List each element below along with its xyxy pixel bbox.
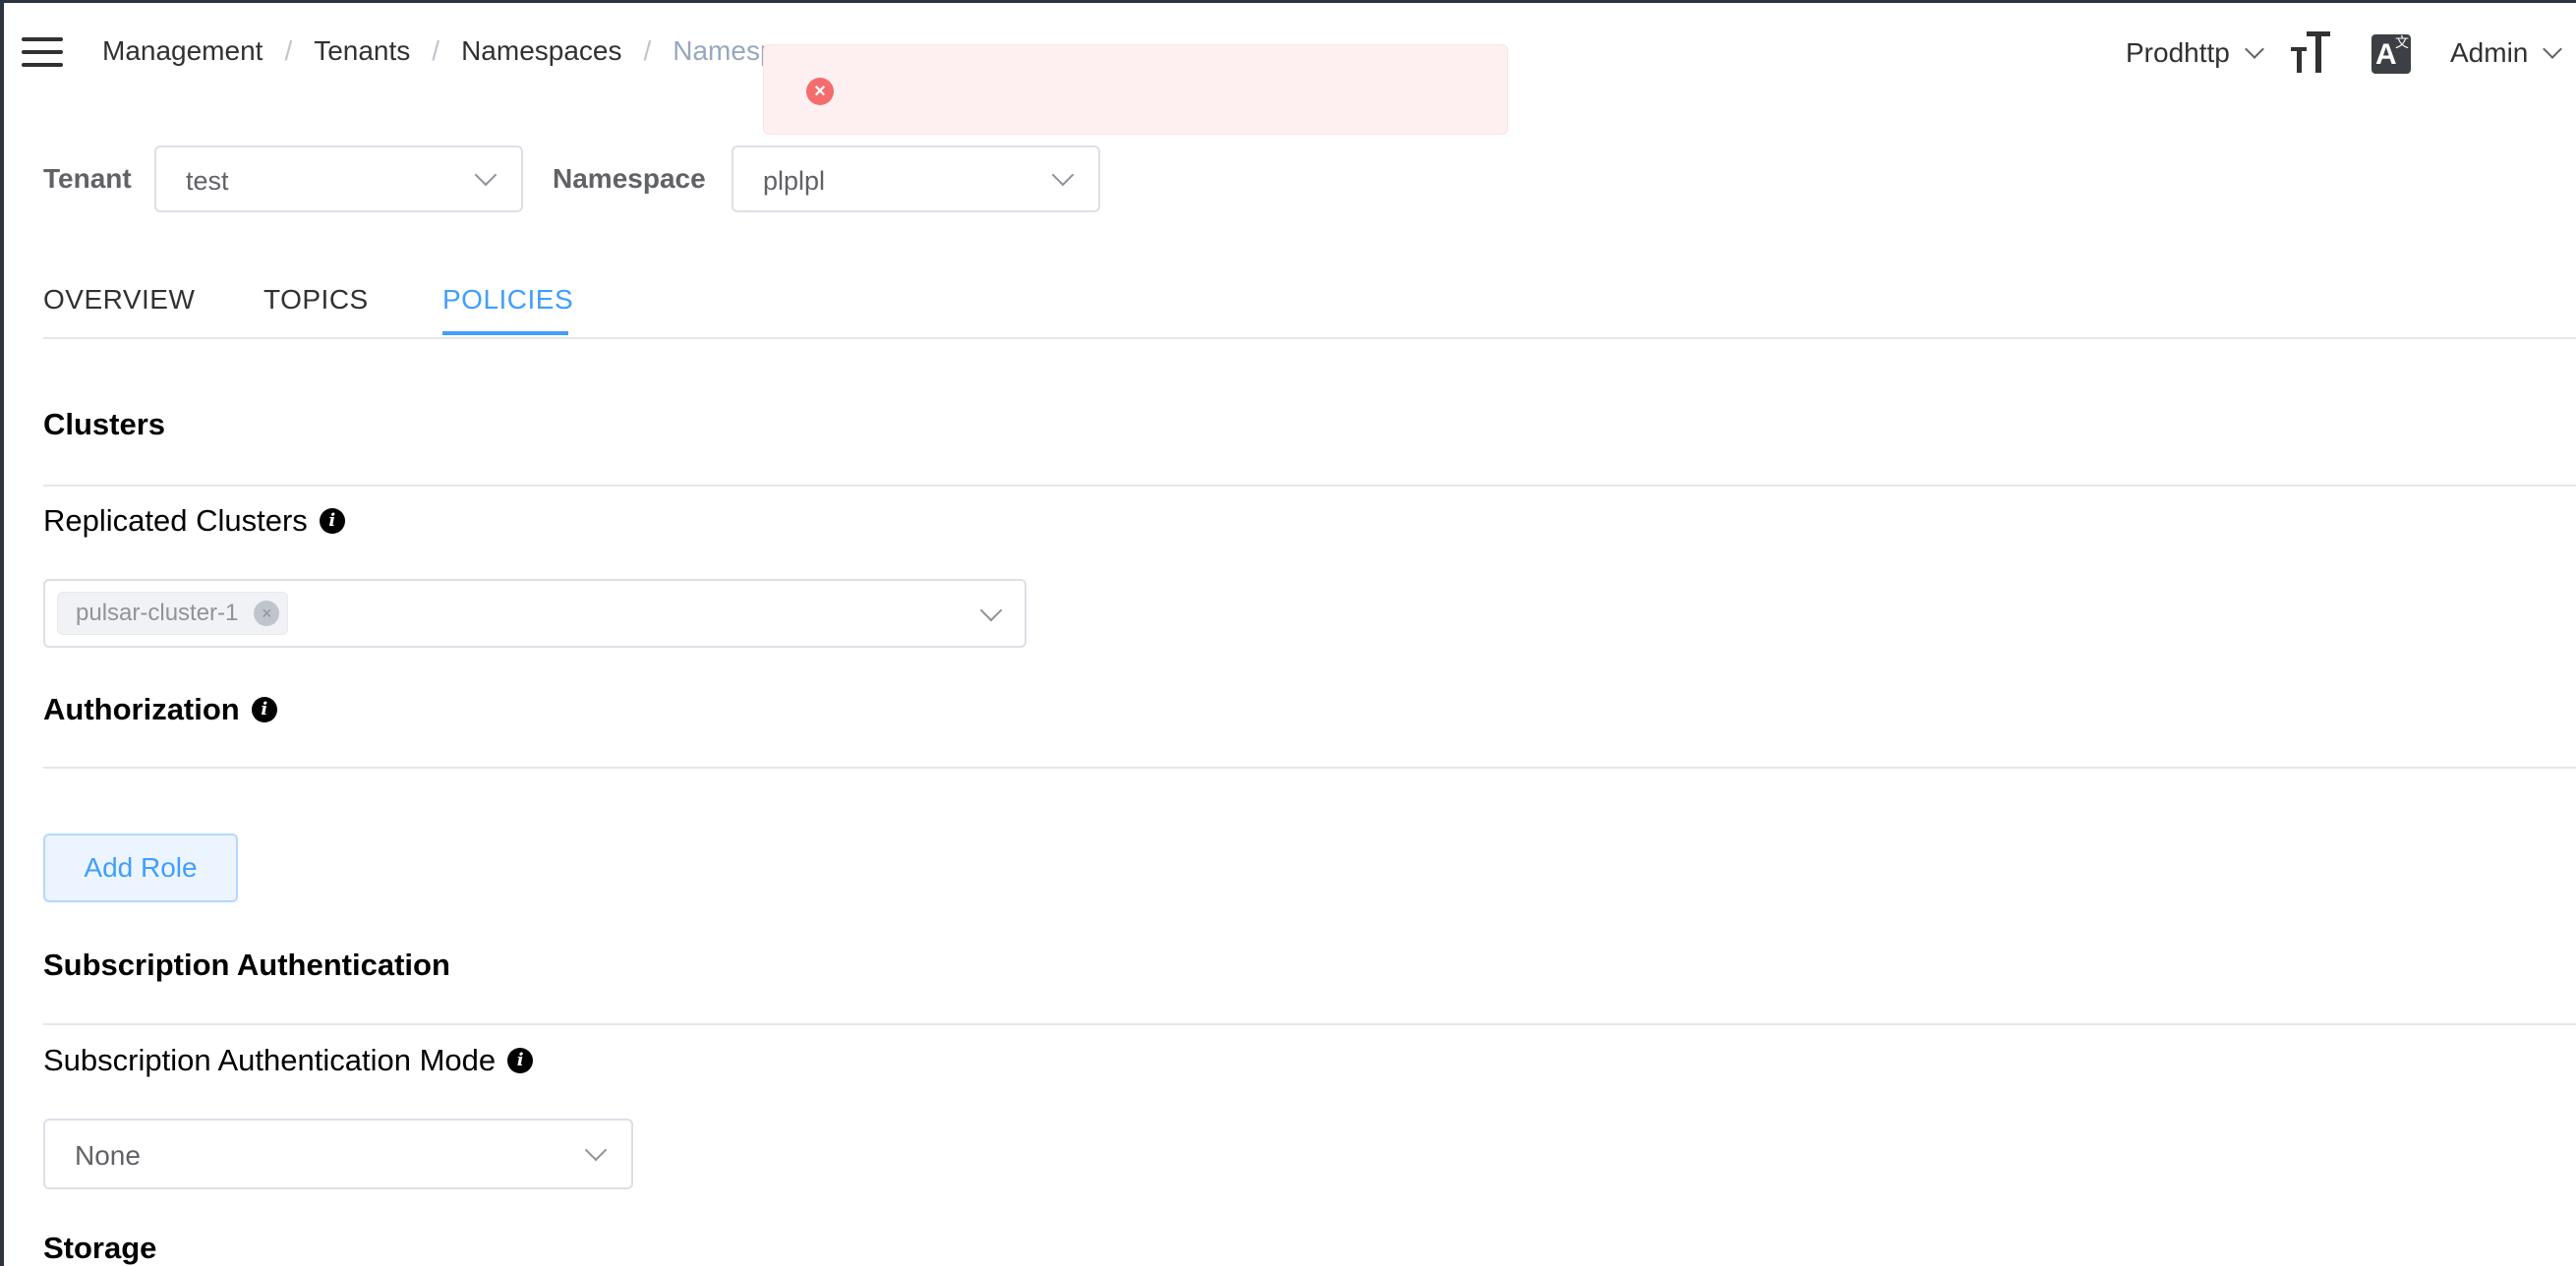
- subscription-auth-mode-select[interactable]: None: [43, 1119, 633, 1189]
- namespace-select[interactable]: plplpl: [732, 145, 1100, 212]
- subscription-auth-mode-label: Subscription Authentication Mode i: [43, 1043, 534, 1078]
- replicated-clusters-label: Replicated Clusters i: [43, 503, 345, 539]
- user-name: Admin: [2450, 37, 2529, 68]
- breadcrumb: Management / Tenants / Namespaces / Name…: [102, 35, 790, 67]
- breadcrumb-separator: /: [432, 35, 440, 66]
- chevron-down-icon: [584, 1138, 608, 1162]
- authorization-title: Authorization i: [43, 692, 277, 727]
- hamburger-menu-icon[interactable]: [22, 37, 63, 69]
- tab-topics[interactable]: TOPICS: [263, 284, 369, 316]
- clusters-title: Clusters: [43, 407, 166, 441]
- breadcrumb-separator: /: [284, 35, 293, 66]
- storage-title: Storage: [43, 1231, 157, 1265]
- breadcrumb-namespaces[interactable]: Namespaces: [461, 35, 621, 67]
- add-role-button[interactable]: Add Role: [43, 834, 238, 902]
- window-top-border: [0, 0, 2576, 3]
- subscription-auth-mode-value: None: [75, 1140, 141, 1171]
- tab-policies[interactable]: POLICIES: [442, 284, 573, 316]
- tab-bar: OVERVIEW TOPICS POLICIES: [43, 280, 2576, 339]
- error-circle-icon: ×: [806, 78, 834, 105]
- tab-overview[interactable]: OVERVIEW: [43, 284, 195, 316]
- breadcrumb-tenants[interactable]: Tenants: [314, 35, 410, 67]
- namespace-value: plplpl: [763, 166, 826, 196]
- window-left-border: [0, 0, 4, 1266]
- environment-dropdown[interactable]: Prodhttp: [2126, 37, 2264, 69]
- chevron-down-icon: [979, 599, 1003, 622]
- close-icon[interactable]: ×: [254, 601, 280, 626]
- namespace-label: Namespace: [553, 163, 706, 194]
- chevron-down-icon: [2244, 39, 2264, 59]
- error-toast: ×: [763, 44, 1508, 135]
- divider: [43, 767, 2576, 769]
- info-icon[interactable]: i: [251, 697, 277, 722]
- tenant-label: Tenant: [43, 163, 132, 194]
- tenant-value: test: [186, 166, 229, 196]
- chevron-down-icon: [474, 163, 498, 187]
- font-size-icon[interactable]: [2289, 29, 2332, 75]
- subscription-auth-title: Subscription Authentication: [43, 948, 450, 982]
- breadcrumb-management[interactable]: Management: [102, 35, 263, 67]
- tenant-select[interactable]: test: [154, 145, 523, 212]
- cluster-tag: pulsar-cluster-1 ×: [57, 592, 289, 635]
- breadcrumb-separator: /: [643, 35, 652, 66]
- info-icon[interactable]: i: [319, 508, 345, 534]
- divider: [43, 485, 2576, 487]
- active-tab-indicator: [442, 331, 568, 335]
- info-icon[interactable]: i: [507, 1048, 534, 1073]
- divider: [43, 1023, 2576, 1025]
- language-icon[interactable]: A 文: [2371, 34, 2411, 74]
- replicated-clusters-select[interactable]: pulsar-cluster-1 ×: [43, 579, 1026, 648]
- chevron-down-icon: [1051, 163, 1075, 187]
- user-dropdown[interactable]: Admin: [2450, 37, 2563, 69]
- environment-label: Prodhttp: [2126, 37, 2230, 68]
- chevron-down-icon: [2543, 39, 2563, 59]
